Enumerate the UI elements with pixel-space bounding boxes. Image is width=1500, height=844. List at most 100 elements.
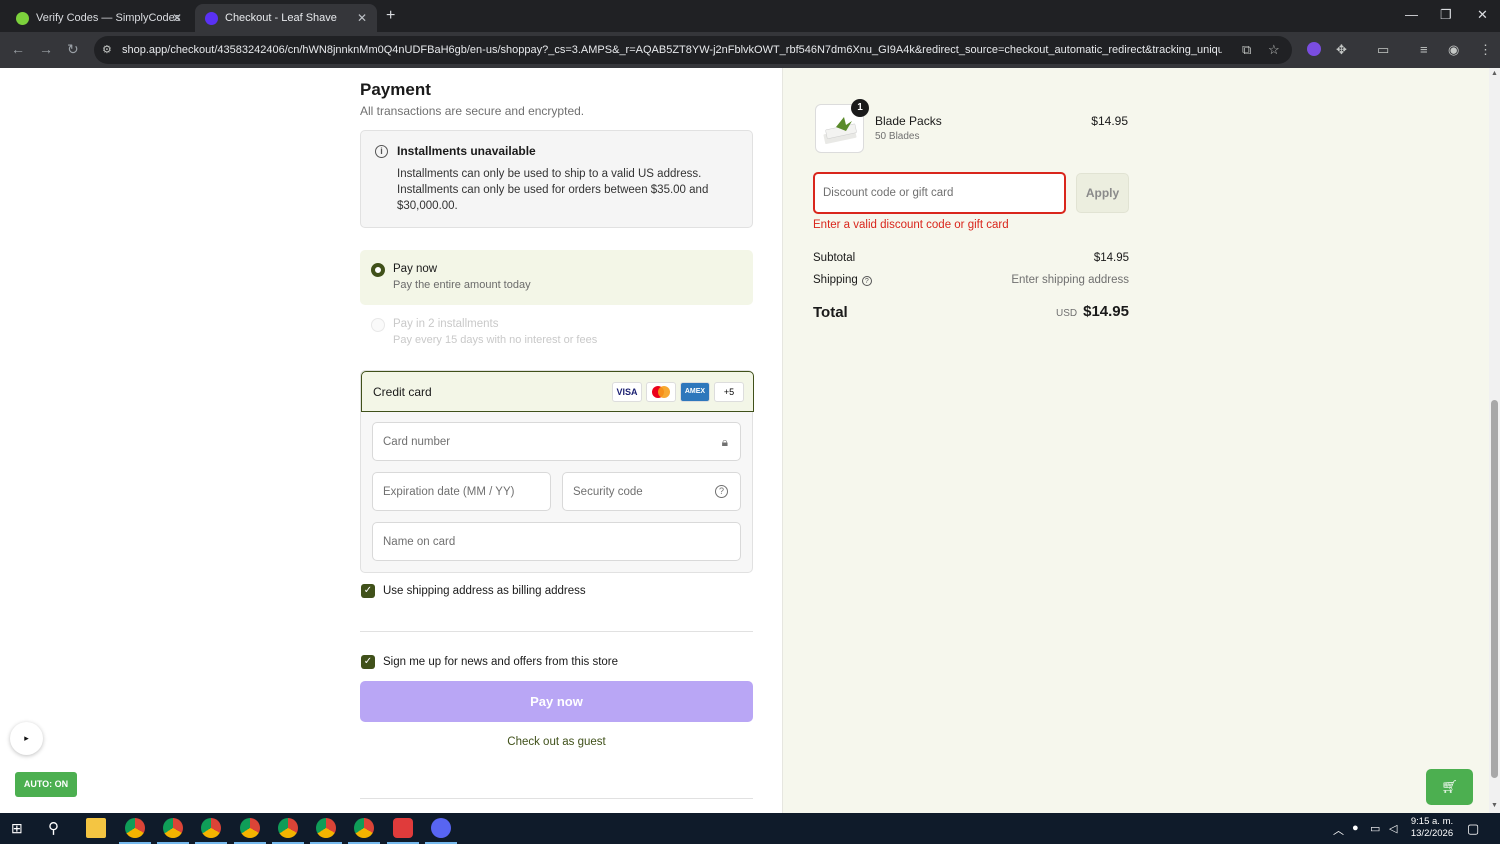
- translate-icon[interactable]: ⧉: [1242, 42, 1251, 58]
- option-pay-now[interactable]: Pay now Pay the entire amount today: [360, 250, 753, 305]
- reload-icon[interactable]: ↻: [67, 41, 79, 58]
- browser-tab-bar: Verify Codes — SimplyCodes ✕ Checkout - …: [0, 0, 1500, 32]
- discount-placeholder: Discount code or gift card: [823, 187, 954, 199]
- amex-icon: AMEX: [680, 382, 710, 402]
- divider: [360, 631, 753, 632]
- scroll-up-icon[interactable]: ▲: [1491, 70, 1498, 77]
- option-sub: Pay the entire amount today: [393, 279, 531, 291]
- scroll-thumb[interactable]: [1491, 400, 1498, 778]
- app-icon[interactable]: [387, 818, 419, 844]
- close-tab-icon[interactable]: ✕: [172, 11, 182, 25]
- card-number-placeholder: Card number: [383, 436, 451, 448]
- guest-checkout-link[interactable]: Check out as guest: [360, 736, 753, 748]
- chrome-icon[interactable]: [157, 818, 189, 844]
- minimize-icon[interactable]: —: [1405, 7, 1418, 22]
- tray-chevron-icon[interactable]: ︿: [1333, 822, 1344, 838]
- subtotal-label: Subtotal: [813, 252, 856, 264]
- clock[interactable]: 9:15 a. m. 13/2/2026: [1408, 816, 1456, 840]
- shipping-row: Shipping?: [813, 274, 872, 286]
- chrome-icon[interactable]: [119, 818, 151, 844]
- card-number-field[interactable]: Card number 🔒︎: [372, 422, 741, 461]
- url-text[interactable]: shop.app/checkout/43583242406/cn/hWN8jnn…: [122, 44, 1222, 56]
- scroll-down-icon[interactable]: ▼: [1491, 802, 1498, 809]
- new-tab-icon[interactable]: +: [386, 7, 395, 25]
- more-cards-badge: +5: [714, 382, 744, 402]
- installments-radio: [371, 318, 385, 332]
- window-close-icon[interactable]: ✕: [1477, 7, 1488, 23]
- notifications-icon[interactable]: ▢: [1467, 821, 1479, 837]
- profile-icon[interactable]: ◉: [1448, 42, 1459, 58]
- notice-line: $30,000.00.: [397, 200, 458, 212]
- pay-now-radio[interactable]: [371, 263, 385, 277]
- close-tab-icon[interactable]: ✕: [357, 11, 367, 25]
- expiry-field[interactable]: Expiration date (MM / YY): [372, 472, 551, 511]
- cart-icon[interactable]: 🛒︎: [1426, 769, 1473, 805]
- clock-time: 9:15 a. m.: [1410, 816, 1454, 827]
- file-explorer-icon[interactable]: [86, 818, 106, 838]
- shipping-value: Enter shipping address: [1011, 274, 1129, 286]
- newsletter-checkbox[interactable]: ✓: [361, 655, 375, 669]
- payment-subtitle: All transactions are secure and encrypte…: [360, 104, 585, 118]
- back-icon[interactable]: ←: [11, 41, 25, 57]
- tab-checkout[interactable]: Checkout - Leaf Shave ✕: [195, 4, 377, 32]
- chrome-icon[interactable]: [272, 818, 304, 844]
- auto-badge[interactable]: AUTO: ON: [15, 772, 77, 797]
- address-bar[interactable]: ⚙ shop.app/checkout/43583242406/cn/hWN8j…: [94, 36, 1292, 64]
- option-installments: Pay in 2 installments Pay every 15 days …: [360, 305, 753, 360]
- shipping-help-icon[interactable]: ?: [861, 276, 872, 286]
- tab-title: Verify Codes — SimplyCodes: [36, 12, 181, 24]
- chrome-icon[interactable]: [234, 818, 266, 844]
- bookmark-star-icon[interactable]: ☆: [1268, 42, 1280, 58]
- total-value: $14.95: [1083, 303, 1129, 320]
- search-icon[interactable]: ⚲: [48, 819, 59, 837]
- volume-icon[interactable]: ◁: [1389, 822, 1397, 835]
- option-sub: Pay every 15 days with no interest or fe…: [393, 334, 598, 346]
- menu-kebab-icon[interactable]: ⋮: [1479, 42, 1492, 58]
- notice-line: Installments can only be used for orders…: [397, 184, 709, 196]
- chrome-icon[interactable]: [310, 818, 342, 844]
- apply-button[interactable]: Apply: [1076, 173, 1129, 213]
- site-info-icon[interactable]: ⚙: [102, 43, 112, 56]
- chrome-icon[interactable]: [348, 818, 380, 844]
- extension-icon[interactable]: [1307, 42, 1321, 56]
- name-placeholder: Name on card: [383, 536, 456, 548]
- discount-error: Enter a valid discount code or gift card: [813, 219, 1009, 231]
- currency-code: USD: [1055, 308, 1078, 319]
- help-icon[interactable]: ?: [715, 485, 728, 498]
- tab-verify-codes[interactable]: Verify Codes — SimplyCodes ✕: [6, 4, 192, 32]
- billing-label: Use shipping address as billing address: [383, 585, 586, 597]
- mastercard-icon: [646, 382, 676, 402]
- discount-input[interactable]: Discount code or gift card: [813, 172, 1066, 214]
- total-row: USD $14.95: [950, 303, 1129, 320]
- pay-now-button[interactable]: Pay now: [360, 681, 753, 722]
- billing-checkbox[interactable]: ✓: [361, 584, 375, 598]
- quantity-badge: 1: [851, 99, 869, 117]
- windows-start-icon[interactable]: ⊞: [11, 820, 23, 837]
- security-code-field[interactable]: Security code ?: [562, 472, 741, 511]
- extensions-puzzle-icon[interactable]: ✥: [1336, 42, 1347, 58]
- total-label: Total: [813, 304, 848, 321]
- play-icon[interactable]: ▸: [10, 722, 43, 755]
- product-price: $14.95: [1091, 114, 1128, 128]
- name-on-card-field[interactable]: Name on card: [372, 522, 741, 561]
- network-icon[interactable]: ▭: [1370, 822, 1380, 835]
- payment-column: Payment All transactions are secure and …: [0, 68, 783, 813]
- credit-card-header[interactable]: Credit card VISA AMEX +5: [361, 371, 754, 412]
- simplycodes-favicon-icon: [16, 11, 29, 25]
- installments-notice: i Installments unavailable Installments …: [360, 130, 753, 228]
- security-placeholder: Security code: [573, 486, 643, 498]
- forward-icon[interactable]: →: [39, 41, 53, 57]
- divider: [360, 798, 753, 799]
- option-label: Pay in 2 installments: [393, 318, 499, 330]
- page-scrollbar[interactable]: ▲ ▼: [1489, 68, 1500, 813]
- tab-search-icon[interactable]: ▭: [1377, 42, 1389, 58]
- payment-title: Payment: [360, 80, 431, 99]
- app-icon[interactable]: [425, 818, 457, 844]
- info-icon: i: [375, 145, 388, 158]
- media-icon[interactable]: ≡: [1420, 42, 1428, 57]
- option-label: Pay now: [393, 263, 438, 275]
- chrome-icon[interactable]: [195, 818, 227, 844]
- microphone-icon[interactable]: ●: [1352, 822, 1359, 834]
- restore-icon[interactable]: ❐: [1440, 7, 1452, 23]
- newsletter-label: Sign me up for news and offers from this…: [383, 656, 619, 668]
